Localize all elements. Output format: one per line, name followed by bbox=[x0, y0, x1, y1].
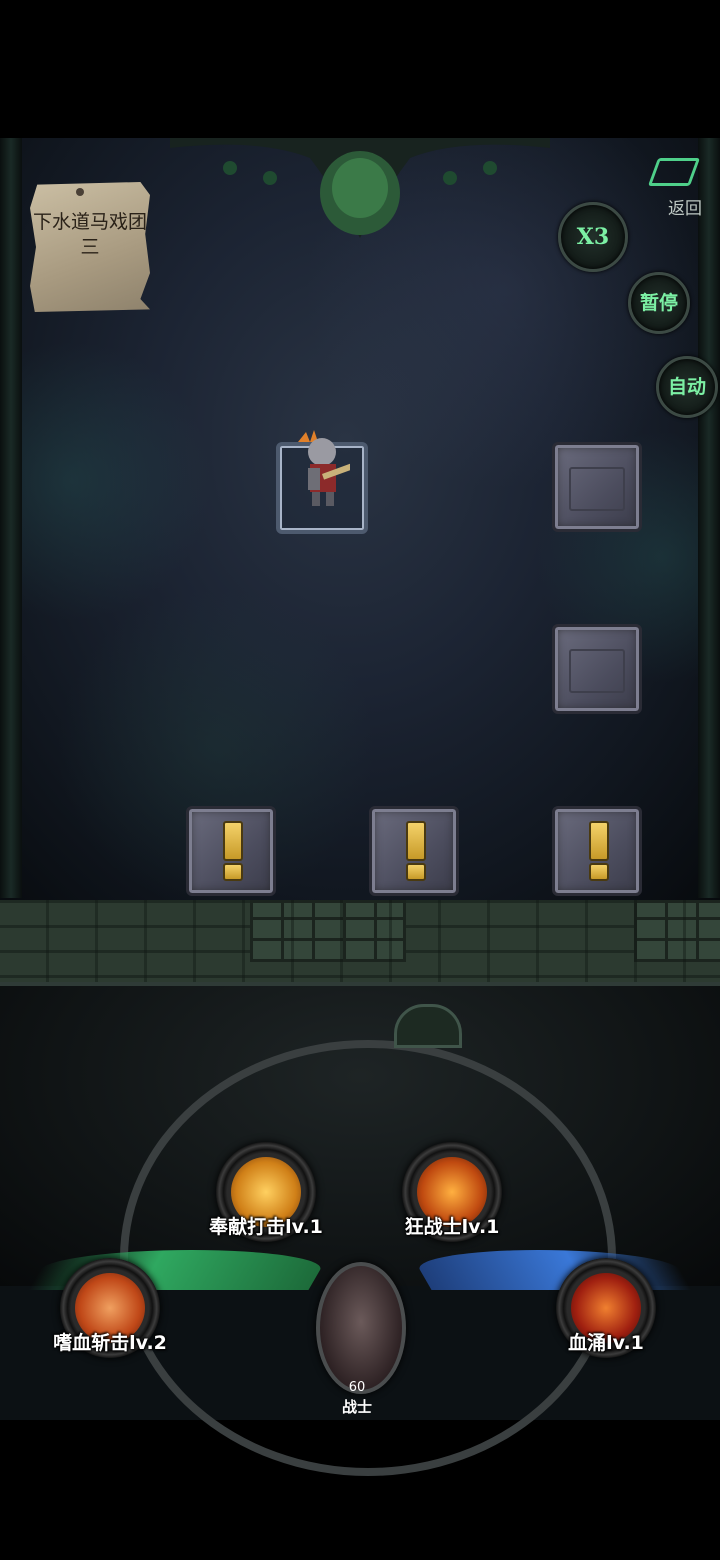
back-button[interactable]: 返回 bbox=[636, 158, 712, 219]
level-title: 下水道马戏团三 bbox=[32, 211, 147, 258]
wall-window bbox=[250, 900, 406, 962]
stone-tile[interactable] bbox=[552, 442, 642, 532]
level-title-scroll: 下水道马戏团三 bbox=[30, 182, 150, 312]
skill-label: 狂战士lv.1 bbox=[404, 1216, 500, 1238]
pin-icon bbox=[76, 188, 84, 196]
skill-berserker[interactable]: 狂战士lv.1 bbox=[402, 1142, 502, 1242]
vine-border-right bbox=[698, 138, 720, 898]
skill-label: 血涌lv.1 bbox=[568, 1332, 644, 1354]
skill-bloodthirst-slash[interactable]: 嗜血斩击lv.2 bbox=[53, 1258, 167, 1358]
skill-label: 奉献打击lv.1 bbox=[209, 1216, 323, 1238]
pause-button[interactable]: 暂停 bbox=[628, 272, 690, 334]
sewer-grate bbox=[394, 1004, 462, 1048]
skill-label: 嗜血斩击lv.2 bbox=[53, 1332, 167, 1354]
hero-level: 60 bbox=[348, 1380, 366, 1395]
back-icon bbox=[647, 158, 701, 186]
exclamation-icon bbox=[219, 821, 243, 881]
warrior-sprite-icon bbox=[298, 430, 350, 506]
hero-tile[interactable] bbox=[276, 430, 368, 534]
exclamation-icon bbox=[402, 821, 426, 881]
stone-tile[interactable] bbox=[552, 624, 642, 714]
hero-portrait[interactable] bbox=[316, 1262, 406, 1394]
dungeon-board: 下水道马戏团三 返回 X3 暂停 自动 bbox=[0, 138, 720, 900]
auto-button[interactable]: 自动 bbox=[656, 356, 718, 418]
skull-ornament-icon bbox=[170, 138, 550, 238]
wall-window bbox=[634, 900, 720, 962]
vine-border-left bbox=[0, 138, 22, 898]
skill-dedication-strike[interactable]: 奉献打击lv.1 bbox=[209, 1142, 323, 1242]
back-label: 返回 bbox=[668, 199, 702, 219]
event-tile[interactable] bbox=[552, 806, 642, 896]
tile-brick bbox=[569, 649, 625, 693]
speed-button[interactable]: X3 bbox=[558, 202, 628, 272]
exclamation-icon bbox=[585, 821, 609, 881]
tile-brick bbox=[569, 467, 625, 511]
event-tile[interactable] bbox=[369, 806, 459, 896]
skill-blood-surge[interactable]: 血涌lv.1 bbox=[556, 1258, 656, 1358]
event-tile[interactable] bbox=[186, 806, 276, 896]
hero-class: 战士 bbox=[341, 1398, 372, 1416]
